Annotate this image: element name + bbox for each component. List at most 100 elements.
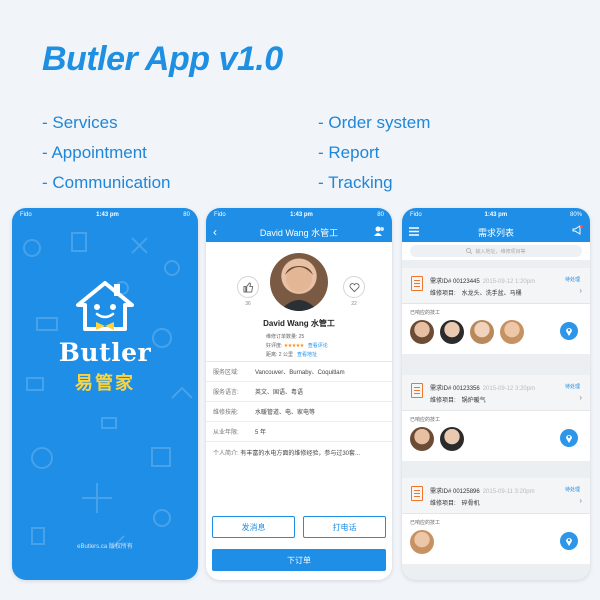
- megaphone-icon[interactable]: [572, 225, 583, 237]
- contacts-icon[interactable]: [373, 225, 385, 239]
- orders-value: 25: [298, 334, 305, 340]
- rating-label: 好评度:: [266, 343, 283, 349]
- battery-label: 80%: [569, 212, 582, 218]
- avatar[interactable]: [410, 427, 434, 451]
- view-reviews-link[interactable]: 查看评论: [308, 343, 328, 349]
- feature-item: - Communication: [42, 173, 171, 192]
- menu-icon[interactable]: [409, 225, 419, 239]
- request-card[interactable]: 需求ID# 00125896 2015-09-11 3:20pm 待处理 维修项目…: [402, 478, 590, 564]
- request-card[interactable]: 需求ID# 00123356 2015-09-12 3:20pm 待处理 维修项目…: [402, 375, 590, 461]
- responder-avatars: [410, 320, 524, 344]
- info-value: 水暖管道、电、家电等: [255, 410, 316, 416]
- responder-avatars: [410, 427, 464, 451]
- avatar[interactable]: [470, 320, 494, 344]
- item-value: 碎骨机: [461, 501, 480, 507]
- info-row-skills: 维修技能: 水暖管道、电、家电等: [206, 402, 392, 422]
- call-button[interactable]: 打电话: [303, 516, 386, 538]
- info-key: 服务区域:: [213, 370, 239, 376]
- request-id: 需求ID# 00123445: [430, 279, 480, 285]
- location-pin-icon: [566, 328, 572, 336]
- feature-list-right: - Order system - Report - Tracking: [318, 108, 430, 198]
- chevron-right-icon[interactable]: ›: [579, 286, 582, 295]
- avatar: [270, 253, 328, 311]
- brand-name-cn: 易管家: [75, 373, 135, 393]
- like-button[interactable]: [237, 276, 259, 298]
- responders-label: 已响应的技工: [410, 417, 441, 423]
- feature-item: - Order system: [318, 113, 431, 132]
- nav-title: 需求列表: [477, 227, 514, 238]
- chevron-right-icon[interactable]: ›: [579, 393, 582, 402]
- info-row-language: 服务语言: 英文、国语、粤语: [206, 382, 392, 402]
- chevron-right-icon[interactable]: ›: [579, 496, 582, 505]
- avatar[interactable]: [410, 320, 434, 344]
- brand-name: Butler: [58, 338, 152, 367]
- house-bowtie-icon: [76, 281, 134, 331]
- back-arrow-icon[interactable]: ‹: [213, 225, 217, 239]
- distance-value: 2 公里: [278, 352, 293, 358]
- action-buttons: 发消息 打电话: [212, 516, 386, 538]
- nav-bar: ‹ David Wang 水管工: [206, 222, 392, 242]
- search-icon: [466, 248, 473, 254]
- phone-request-list-screen: Fido 1:43 pm 80% 需求列表 输入地址，维修项目等 需求ID# 0…: [402, 208, 590, 580]
- request-id: 需求ID# 00125896: [430, 489, 480, 495]
- favorite-button[interactable]: [343, 276, 365, 298]
- info-key: 服务语言:: [213, 390, 239, 396]
- request-card[interactable]: 需求ID# 00123445 2015-09-12 1:20pm 待处理 维修项目…: [402, 268, 590, 354]
- like-count: 36: [245, 301, 251, 307]
- nav-bar: 需求列表: [402, 222, 590, 242]
- request-date: 2015-09-11 3:20pm: [482, 489, 535, 495]
- place-order-button[interactable]: 下订单: [212, 549, 386, 571]
- location-pin-icon: [566, 435, 572, 443]
- view-address-link[interactable]: 查看地址: [297, 352, 317, 358]
- avatar[interactable]: [500, 320, 524, 344]
- status-badge: 待处理: [564, 277, 580, 283]
- app-logo: Butler 易管家: [12, 280, 198, 395]
- copyright-footer: eButlers.ca 版权所有: [77, 544, 133, 550]
- page-title: Butler App v1.0: [42, 40, 283, 78]
- clock-label: 1:43 pm: [290, 212, 313, 218]
- info-row-area: 服务区域: Vancouver、Burnaby、Coquitlam: [206, 362, 392, 382]
- profile-header: 36 22 David Wang 水管工 维修订单数量: 25 好评度: ★★★…: [206, 242, 392, 362]
- item-value: 水龙头、洗手盆、马桶: [461, 291, 522, 297]
- thumbs-up-icon: [242, 281, 253, 293]
- feature-item: - Report: [318, 143, 380, 162]
- responders-section: 已响应的技工: [402, 411, 590, 461]
- request-card-header[interactable]: 需求ID# 00123445 2015-09-12 1:20pm 待处理 维修项目…: [402, 268, 590, 304]
- bio-text: 有丰富的水电方面的维修经验，参与过30套...: [240, 451, 361, 457]
- request-date: 2015-09-12 3:20pm: [482, 386, 536, 392]
- item-label: 维修项目:: [430, 291, 456, 297]
- top-bar: Fido 1:43 pm 80 ‹ David Wang 水管工: [206, 208, 392, 242]
- worker-stats: 维修订单数量: 25 好评度: ★★★★★ 查看评论 距离: 2 公里 查看地址: [266, 333, 328, 360]
- clock-label: 1:43 pm: [484, 212, 508, 218]
- status-bar: Fido 1:43 pm 80: [206, 208, 392, 222]
- info-row-years: 从业年限: 5 年: [206, 422, 392, 442]
- info-key: 维修技能:: [213, 410, 239, 416]
- request-card-header[interactable]: 需求ID# 00125896 2015-09-11 3:20pm 待处理 维修项目…: [402, 478, 590, 514]
- avatar[interactable]: [410, 530, 434, 554]
- responder-avatars: [410, 530, 434, 554]
- location-pin-button[interactable]: [560, 322, 578, 340]
- item-label: 维修项目:: [430, 501, 456, 507]
- request-id: 需求ID# 00123356: [430, 386, 480, 392]
- distance-label: 距离:: [266, 352, 278, 358]
- request-date: 2015-09-12 1:20pm: [482, 279, 536, 285]
- avatar[interactable]: [440, 427, 464, 451]
- document-icon: [411, 383, 423, 398]
- item-value: 锅炉暖气: [461, 398, 486, 404]
- carrier-label: Fido: [410, 212, 422, 218]
- worker-name: David Wang 水管工: [263, 319, 335, 328]
- promo-page: Butler App v1.0 - Services - Appointment…: [0, 0, 600, 600]
- info-value: Vancouver、Burnaby、Coquitlam: [255, 370, 345, 376]
- battery-label: 80: [377, 212, 384, 218]
- responders-section: 已响应的技工: [402, 304, 590, 354]
- request-card-header[interactable]: 需求ID# 00123356 2015-09-12 3:20pm 待处理 维修项目…: [402, 375, 590, 411]
- favorite-count: 22: [351, 301, 357, 307]
- send-message-button[interactable]: 发消息: [212, 516, 295, 538]
- feature-item: - Tracking: [318, 173, 393, 192]
- location-pin-button[interactable]: [560, 532, 578, 550]
- location-pin-button[interactable]: [560, 429, 578, 447]
- location-pin-icon: [566, 538, 572, 546]
- item-label: 维修项目:: [430, 398, 456, 404]
- search-input[interactable]: 输入地址，维修项目等: [410, 245, 582, 257]
- avatar[interactable]: [440, 320, 464, 344]
